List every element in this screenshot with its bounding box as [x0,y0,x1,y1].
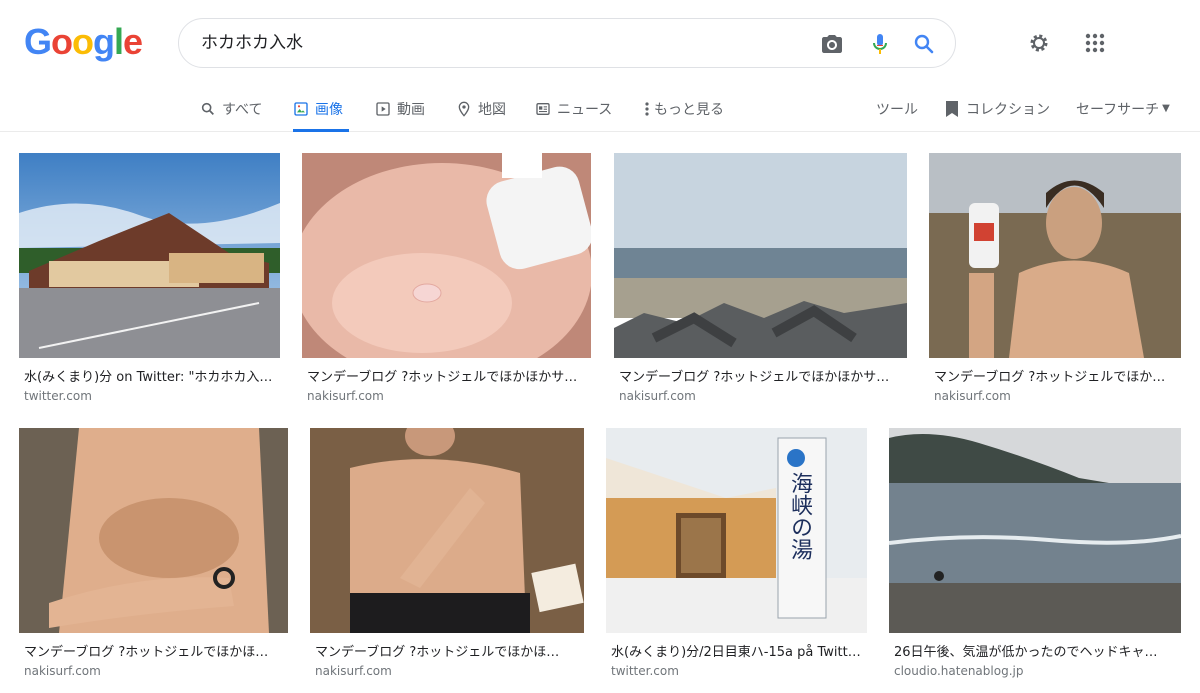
tab-maps[interactable]: 地図 [456,86,506,131]
tab-all[interactable]: すべて [200,86,262,131]
camera-icon[interactable] [819,31,845,57]
search-tabs: すべて 画像 動画 地図 ニュース もっと見る ツール コレクション セーフサー… [0,86,1200,132]
tab-videos[interactable]: 動画 [375,86,425,131]
result-site[interactable]: nakisurf.com [619,389,696,403]
tab-more[interactable]: もっと見る [643,86,724,131]
result-thumbnail[interactable] [302,153,591,358]
result-site[interactable]: nakisurf.com [307,389,384,403]
logo-letter: l [114,21,124,62]
more-vert-icon [643,101,651,117]
safesearch-label: セーフサーチ [1076,101,1160,118]
result-thumbnail[interactable]: 海峡の湯 [606,428,867,633]
result-site[interactable]: nakisurf.com [315,664,392,678]
google-logo[interactable]: Google [24,21,143,62]
tab-images[interactable]: 画像 [293,86,349,132]
result-title[interactable]: マンデーブログ ?ホットジェルでほか… [934,366,1181,385]
collections-button[interactable]: コレクション [944,86,1050,131]
result-tile[interactable]: 水(みくまり)分 on Twitter: "ホカホカ入… twitter.com [19,153,280,405]
result-tile[interactable]: 26日午後、気温が低かったのでヘッドキャ… cloudio.hatenablog… [889,428,1181,683]
search-box [178,18,956,68]
result-site[interactable]: twitter.com [611,664,679,678]
result-title[interactable]: マンデーブログ ?ホットジェルでほかほ… [315,641,584,660]
result-title[interactable]: 26日午後、気温が低かったのでヘッドキャ… [894,641,1181,660]
result-site[interactable]: nakisurf.com [934,389,1011,403]
result-site[interactable]: cloudio.hatenablog.jp [894,664,1023,678]
tab-label: もっと見る [654,101,724,118]
tools-button[interactable]: ツール [876,86,918,131]
result-thumbnail[interactable] [19,428,288,633]
result-tile[interactable]: マンデーブログ ?ホットジェルでほかほ… nakisurf.com [19,428,288,683]
result-title[interactable]: 水(みくまり)分 on Twitter: "ホカホカ入… [24,366,280,385]
logo-letter: e [123,21,143,62]
collections-label: コレクション [966,101,1050,118]
tab-label: 動画 [397,101,425,118]
result-thumbnail[interactable] [19,153,280,358]
result-title[interactable]: マンデーブログ ?ホットジェルでほかほ… [24,641,288,660]
result-thumbnail[interactable] [614,153,907,358]
result-tile[interactable]: マンデーブログ ?ホットジェルでほかほかサ… nakisurf.com [614,153,907,405]
result-title[interactable]: 水(みくまり)分/2日目東ハ-15a på Twitt… [611,641,867,660]
gear-icon[interactable] [1026,30,1052,56]
logo-letter: g [93,21,115,62]
video-icon [375,101,391,117]
result-title[interactable]: マンデーブログ ?ホットジェルでほかほかサ… [619,366,907,385]
caret-down-icon: ▼ [1162,103,1170,114]
news-icon [535,101,551,117]
result-tile[interactable]: マンデーブログ ?ホットジェルでほか… nakisurf.com [929,153,1181,405]
map-pin-icon [456,101,472,117]
search-icon [200,101,216,117]
result-tile[interactable]: 海峡の湯 水(みくまり)分/2日目東ハ-15a på Twitt… twitte… [606,428,867,683]
tab-news[interactable]: ニュース [535,86,612,131]
bookmark-icon [944,100,960,117]
tab-label: ニュース [557,101,613,118]
tab-label: 画像 [315,101,343,118]
image-icon [293,101,309,117]
safesearch-dropdown[interactable]: セーフサーチ ▼ [1076,86,1170,131]
search-icon[interactable] [911,31,937,57]
tab-label: 地図 [478,101,506,118]
result-site[interactable]: twitter.com [24,389,92,403]
logo-letter: o [72,21,94,62]
tab-label: すべて [222,101,263,118]
sign-text: 海峡の湯 [787,472,812,560]
logo-letter: G [24,21,52,62]
mic-icon[interactable] [867,31,893,57]
logo-letter: o [51,21,73,62]
tools-label: ツール [876,101,918,118]
result-title[interactable]: マンデーブログ ?ホットジェルでほかほかサ… [307,366,591,385]
result-thumbnail[interactable] [310,428,584,633]
result-tile[interactable]: マンデーブログ ?ホットジェルでほかほかサ… nakisurf.com [302,153,591,405]
result-site[interactable]: nakisurf.com [24,664,101,678]
result-thumbnail[interactable] [889,428,1181,633]
result-tile[interactable]: マンデーブログ ?ホットジェルでほかほ… nakisurf.com [310,428,584,683]
result-thumbnail[interactable] [929,153,1181,358]
search-input[interactable] [201,19,801,67]
apps-grid-icon[interactable] [1082,30,1108,56]
